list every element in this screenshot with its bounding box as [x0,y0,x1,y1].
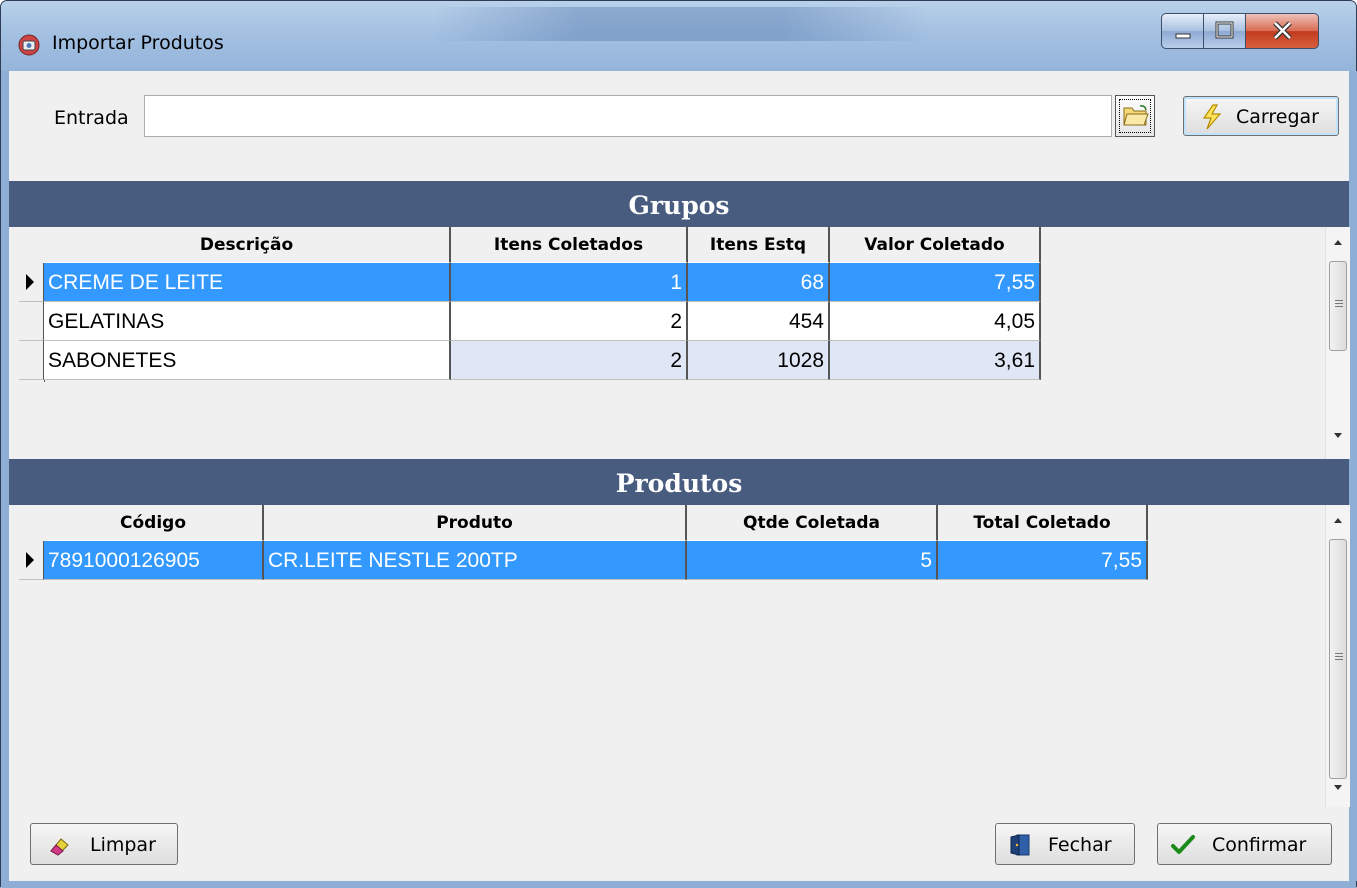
cell-itens-coletados[interactable]: 1 [451,263,688,302]
table-row[interactable]: 7891000126905 CR.LEITE NESTLE 200TP 5 7,… [19,541,1148,580]
cell-descricao[interactable]: GELATINAS [44,302,451,341]
browse-button[interactable] [1115,95,1155,137]
close-icon [1273,21,1292,40]
confirmar-button[interactable]: Confirmar [1157,823,1332,865]
table-row[interactable]: SABONETES 2 1028 3,61 [19,341,1041,380]
maximize-icon [1215,21,1234,39]
col-valor-coletado[interactable]: Valor Coletado [830,227,1041,263]
app-icon [18,34,40,56]
scroll-up-icon[interactable] [1326,509,1350,533]
col-codigo[interactable]: Código [44,505,264,541]
grupos-header: Grupos [9,181,1349,227]
col-produto[interactable]: Produto [264,505,687,541]
cell-itens-coletados[interactable]: 2 [451,341,688,380]
checkmark-icon [1171,835,1195,854]
client-area: Entrada Carregar Grupos Descrição Itens … [9,71,1350,881]
row-indicator [19,541,44,580]
lightning-icon [1202,104,1222,130]
cell-total[interactable]: 7,55 [938,541,1148,580]
cell-produto[interactable]: CR.LEITE NESTLE 200TP [264,541,687,580]
fechar-label: Fechar [1048,834,1112,856]
cell-valor-coletado[interactable]: 4,05 [830,302,1041,341]
grupos-grid[interactable]: Descrição Itens Coletados Itens Estq Val… [19,227,1350,459]
entrada-label: Entrada [54,107,129,129]
cell-codigo[interactable]: 7891000126905 [44,541,264,580]
fechar-button[interactable]: Fechar [995,823,1135,865]
entrada-input[interactable] [144,95,1112,137]
produtos-grid[interactable]: Código Produto Qtde Coletada Total Colet… [19,505,1350,807]
row-indicator [19,341,44,380]
col-total-coletado[interactable]: Total Coletado [938,505,1148,541]
scroll-up-icon[interactable] [1326,231,1350,255]
col-itens-estq[interactable]: Itens Estq [688,227,830,263]
limpar-button[interactable]: Limpar [30,823,178,865]
current-row-arrow-icon [26,552,34,568]
col-qtde-coletada[interactable]: Qtde Coletada [687,505,938,541]
col-descricao[interactable]: Descrição [44,227,451,263]
title-bar[interactable]: Importar Produtos [1,1,1356,71]
scroll-thumb[interactable] [1329,539,1347,779]
minimize-button[interactable] [1161,13,1204,49]
limpar-label: Limpar [90,834,156,856]
maximize-button[interactable] [1204,13,1246,49]
eraser-icon [50,838,69,856]
table-row[interactable]: GELATINAS 2 454 4,05 [19,302,1041,341]
folder-open-icon [1123,105,1149,126]
grupos-scrollbar[interactable] [1325,227,1350,459]
cell-valor-coletado[interactable]: 3,61 [830,341,1041,380]
produtos-scrollbar[interactable] [1325,505,1350,807]
cell-descricao[interactable]: CREME DE LEITE [44,263,451,302]
cell-itens-estq[interactable]: 454 [688,302,830,341]
col-itens-coletados[interactable]: Itens Coletados [451,227,688,263]
table-row[interactable]: CREME DE LEITE 1 68 7,55 [19,263,1041,302]
window-title: Importar Produtos [52,32,224,54]
minimize-icon [1175,33,1191,39]
scroll-thumb[interactable] [1329,261,1347,351]
current-row-arrow-icon [26,274,34,290]
exit-door-icon [1010,834,1030,856]
row-indicator [19,263,44,302]
confirmar-label: Confirmar [1212,834,1307,856]
import-products-window: Importar Produtos Entrada Carregar Grupo… [0,0,1357,888]
cell-itens-coletados[interactable]: 2 [451,302,688,341]
carregar-label: Carregar [1236,106,1319,128]
carregar-button[interactable]: Carregar [1183,96,1339,136]
scroll-down-icon[interactable] [1326,423,1350,447]
produtos-header: Produtos [9,459,1349,505]
cell-valor-coletado[interactable]: 7,55 [830,263,1041,302]
cell-itens-estq[interactable]: 68 [688,263,830,302]
cell-qtde[interactable]: 5 [687,541,938,580]
scroll-down-icon[interactable] [1326,775,1350,799]
cell-descricao[interactable]: SABONETES [44,341,451,380]
row-indicator [19,302,44,341]
cell-itens-estq[interactable]: 1028 [688,341,830,380]
close-button[interactable] [1246,13,1319,49]
